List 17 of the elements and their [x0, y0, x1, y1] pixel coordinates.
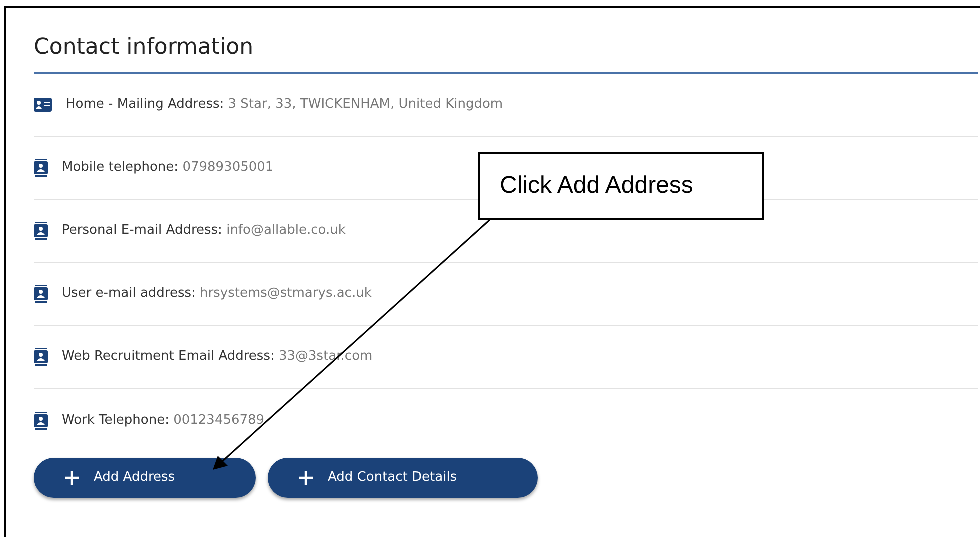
contact-detail-text: Mobile telephone: 07989305001: [62, 159, 274, 178]
contact-book-icon: [34, 348, 48, 366]
contact-book-icon: [34, 222, 48, 240]
plus-icon: [298, 470, 314, 486]
add-button[interactable]: Add Address: [34, 458, 256, 498]
contact-detail-text: Home - Mailing Address: 3 Star, 33, TWICKENHAM, United Kingdom: [66, 96, 504, 114]
add-button[interactable]: Add Contact Details: [268, 458, 538, 498]
contact-detail-text: Work Telephone: 00123456789: [62, 412, 265, 430]
contact-detail-text: User e-mail address: hrsystems@stmarys.ac.uk: [62, 285, 372, 304]
contact-book-icon: [34, 159, 48, 177]
contact-detail-text: Personal E-mail Address: info@allable.co.uk: [62, 222, 346, 240]
address-card-icon: [34, 98, 52, 112]
section-title: Contact information: [34, 34, 254, 62]
contact-book-icon: [34, 285, 48, 303]
plus-icon: [64, 470, 80, 486]
callout-box: Click Add Address: [478, 152, 764, 220]
contact-book-icon: [34, 412, 48, 430]
